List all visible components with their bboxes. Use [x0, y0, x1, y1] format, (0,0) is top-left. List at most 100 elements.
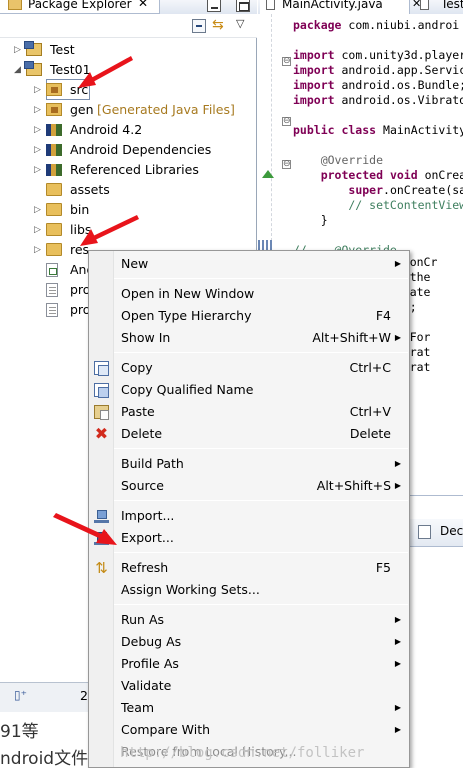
menu-item-label: Profile As — [121, 656, 179, 671]
folder-icon — [46, 223, 62, 236]
java-file-icon — [420, 0, 429, 10]
file-icon — [46, 283, 58, 297]
tree-item-label: assets — [70, 182, 110, 197]
collapsed-twisty-icon[interactable]: ▷ — [34, 220, 41, 240]
fold-toggle-icon[interactable]: ⊖ — [282, 160, 291, 169]
menu-item-source[interactable]: Source Alt+Shift+S ▶ — [89, 475, 409, 497]
code-line: import android.os.Vibrato — [293, 93, 463, 107]
submenu-arrow-icon: ▶ — [394, 615, 401, 624]
tree-item[interactable]: ▷ gen [Generated Java Files] — [0, 100, 257, 120]
expanded-twisty-icon[interactable]: ◢ — [14, 60, 21, 80]
tree-item-label: Test — [50, 42, 75, 57]
menu-item-copy[interactable]: Copy Ctrl+C — [89, 357, 409, 379]
tab-test-label[interactable]: Test — [441, 0, 463, 11]
collapsed-twisty-icon[interactable]: ▷ — [34, 120, 41, 140]
menu-item-new[interactable]: New ▶ — [89, 253, 409, 275]
menu-item-paste[interactable]: Paste Ctrl+V — [89, 401, 409, 423]
copy-qualified-name-icon — [94, 383, 109, 398]
menu-item-label: Copy — [121, 360, 153, 375]
paste-icon — [94, 405, 109, 420]
code-line: import android.os.Bundle; — [293, 78, 463, 92]
menu-item-shortcut: Alt+Shift+W — [312, 330, 391, 345]
menu-item-label: Debug As — [121, 634, 182, 649]
menu-item-profile-as[interactable]: Profile As ▶ — [89, 653, 409, 675]
tree-item[interactable]: ▷ Android Dependencies — [0, 140, 257, 160]
view-menu-chevron-down-icon[interactable]: ▽ — [236, 17, 244, 30]
menu-item-label: Import... — [121, 508, 175, 523]
tree-item[interactable]: ◢ Test01 — [0, 60, 257, 80]
menu-item-label: New — [121, 256, 149, 271]
menu-item-delete[interactable]: ✖ Delete Delete — [89, 423, 409, 445]
java-file-icon — [46, 263, 58, 277]
maximize-icon[interactable] — [236, 0, 250, 12]
menu-separator — [114, 500, 408, 501]
file-icon — [46, 303, 58, 317]
menu-item-shortcut: Ctrl+V — [349, 404, 391, 419]
tree-item-label: Test01 — [50, 62, 91, 77]
submenu-arrow-icon: ▶ — [394, 703, 401, 712]
close-icon[interactable]: ✕ — [138, 0, 148, 10]
tree-item[interactable]: assets — [0, 180, 257, 200]
menu-separator — [114, 352, 408, 353]
menu-item-shortcut: F4 — [375, 308, 391, 323]
menu-item-debug-as[interactable]: Debug As ▶ — [89, 631, 409, 653]
code-line: protected void onCrea — [320, 168, 463, 182]
code-line: public class MainActivity — [293, 123, 463, 137]
menu-item-refresh[interactable]: ⇅ Refresh F5 — [89, 557, 409, 579]
tree-item[interactable]: ▷ libs — [0, 220, 257, 240]
tree-item-label: bin — [70, 202, 90, 217]
export-icon — [94, 531, 109, 545]
menu-item-validate[interactable]: Validate — [89, 675, 409, 697]
menu-item-import[interactable]: Import... — [89, 505, 409, 527]
collapsed-twisty-icon[interactable]: ▷ — [14, 40, 21, 60]
menu-item-label: Refresh — [121, 560, 169, 575]
tree-item[interactable]: ▷ src — [0, 80, 257, 100]
collapsed-twisty-icon[interactable]: ▷ — [34, 80, 41, 100]
declaration-icon — [418, 525, 431, 539]
tab-declaration[interactable]: Dec — [440, 524, 463, 538]
fold-toggle-icon[interactable]: ⊖ — [282, 117, 291, 126]
fold-toggle-icon[interactable]: ⊖ — [282, 57, 291, 66]
folder-icon — [46, 243, 62, 256]
collapsed-twisty-icon[interactable]: ▷ — [34, 100, 41, 120]
menu-item-label: Open Type Hierarchy — [121, 308, 252, 323]
watermark: http://blog.csdn.net/folliker — [120, 745, 365, 761]
tree-item[interactable]: ▷ Referenced Libraries — [0, 160, 257, 180]
collapsed-twisty-icon[interactable]: ▷ — [34, 240, 41, 260]
menu-item-compare-with[interactable]: Compare With ▶ — [89, 719, 409, 741]
tree-item-label: Android 4.2 — [70, 122, 143, 137]
menu-item-copy-qualified-name[interactable]: Copy Qualified Name — [89, 379, 409, 401]
menu-item-assign-working-sets[interactable]: Assign Working Sets... — [89, 579, 409, 601]
menu-item-build-path[interactable]: Build Path ▶ — [89, 453, 409, 475]
tree-item[interactable]: ▷ bin — [0, 200, 257, 220]
fast-view-icon[interactable]: ▯⁺ — [14, 688, 27, 702]
menu-item-label: Run As — [121, 612, 165, 627]
minimize-icon[interactable] — [207, 0, 221, 12]
library-icon — [46, 144, 62, 156]
collapsed-twisty-icon[interactable]: ▷ — [34, 160, 41, 180]
menu-item-run-as[interactable]: Run As ▶ — [89, 609, 409, 631]
eclipse-window: Package Explorer ✕ ⇆ ▽ ▷ Test ◢ Test01 ▷ src ▷… — [0, 0, 463, 768]
menu-item-label: Show In — [121, 330, 171, 345]
collapsed-twisty-icon[interactable]: ▷ — [34, 200, 41, 220]
tree-item[interactable]: ▷ Test — [0, 40, 257, 60]
code-line: @Override — [293, 153, 384, 167]
menu-item-export[interactable]: Export... — [89, 527, 409, 549]
code-line: super.onCreate(sa — [348, 183, 463, 197]
menu-item-label: Open in New Window — [121, 286, 255, 301]
tree-item-suffix: [Generated Java Files] — [97, 102, 235, 117]
library-icon — [46, 124, 62, 136]
menu-item-open-type-hierarchy[interactable]: Open Type Hierarchy F4 — [89, 305, 409, 327]
menu-item-label: Paste — [121, 404, 155, 419]
package-explorer-title: Package Explorer — [28, 0, 132, 11]
delete-icon: ✖ — [94, 424, 109, 443]
submenu-arrow-icon: ▶ — [394, 637, 401, 646]
collapse-all-icon[interactable] — [192, 19, 206, 33]
menu-item-team[interactable]: Team ▶ — [89, 697, 409, 719]
link-with-editor-icon[interactable]: ⇆ — [212, 17, 224, 33]
menu-item-open-in-new-window[interactable]: Open in New Window — [89, 283, 409, 305]
tree-item[interactable]: ▷ Android 4.2 — [0, 120, 257, 140]
tree-item-label: Referenced Libraries — [70, 162, 199, 177]
collapsed-twisty-icon[interactable]: ▷ — [34, 140, 41, 160]
menu-item-show-in[interactable]: Show In Alt+Shift+W ▶ — [89, 327, 409, 349]
